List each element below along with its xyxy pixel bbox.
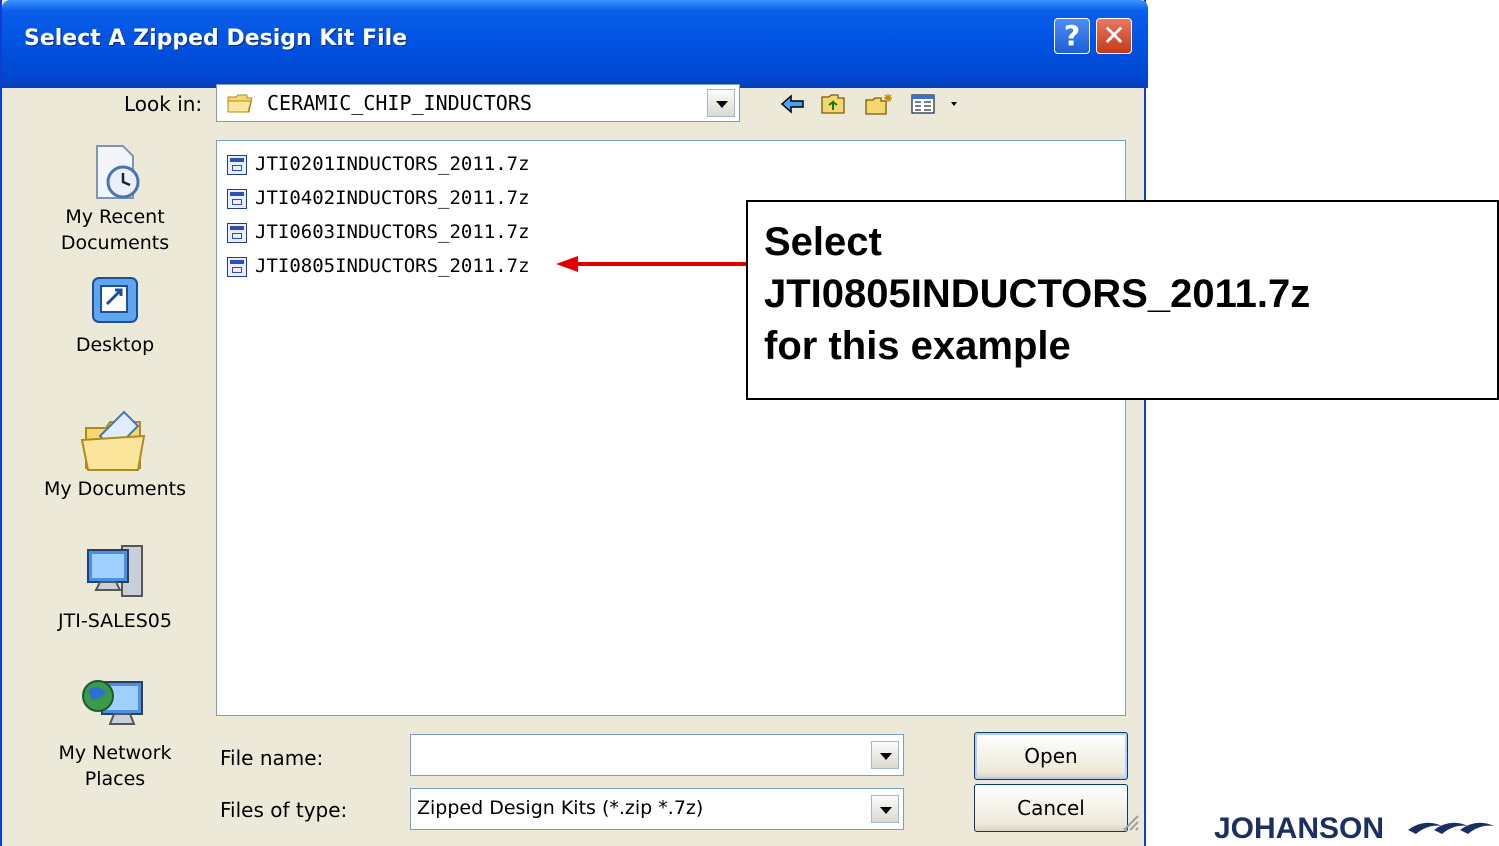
place-label: My Documents [43, 478, 186, 500]
place-my-recent-documents[interactable]: My Recent Documents [30, 140, 200, 256]
my-computer-icon [87, 545, 143, 597]
place-my-network-places[interactable]: My Network Places [30, 670, 200, 792]
place-my-documents[interactable]: My Documents [30, 406, 200, 502]
up-folder-icon[interactable] [820, 92, 846, 116]
file-name: JTI0805INDUCTORS_2011.7z [255, 255, 530, 277]
file-name: JTI0402INDUCTORS_2011.7z [255, 187, 530, 209]
place-label: JTI-SALES05 [58, 610, 172, 632]
close-button[interactable]: ✕ [1096, 18, 1132, 54]
archive-file-icon [227, 223, 247, 243]
lookin-value: CERAMIC_CHIP_INDUCTORS [267, 91, 532, 115]
title-bar[interactable]: Select A Zipped Design Kit File ? ✕ [2, 0, 1148, 88]
place-desktop[interactable]: Desktop [30, 272, 200, 358]
red-arrow-icon [556, 256, 748, 272]
callout-text: Select JTI0805INDUCTORS_2011.7z for this… [764, 220, 1311, 368]
lookin-select[interactable]: CERAMIC_CHIP_INDUCTORS [216, 84, 740, 122]
back-arrow-icon[interactable] [780, 92, 806, 116]
resize-grip-icon[interactable] [1118, 810, 1140, 832]
dialog-title: Select A Zipped Design Kit File [24, 26, 408, 51]
logo-text: JOHANSON [1214, 816, 1385, 845]
file-name: JTI0201INDUCTORS_2011.7z [255, 153, 530, 175]
lookin-label: Look in: [124, 92, 203, 116]
johanson-logo: JOHANSON [1206, 816, 1499, 846]
filetype-label: Files of type: [220, 798, 348, 822]
filetype-value: Zipped Design Kits (*.zip *.7z) [417, 797, 704, 819]
place-label: My Network Places [58, 742, 172, 790]
new-folder-icon[interactable] [864, 92, 894, 116]
filename-label: File name: [220, 746, 324, 770]
recent-documents-icon [96, 145, 140, 199]
filetype-select[interactable]: Zipped Design Kits (*.zip *.7z) [410, 788, 904, 830]
view-menu-icon[interactable] [910, 92, 960, 116]
archive-file-icon [227, 257, 247, 277]
archive-file-icon [227, 189, 247, 209]
my-documents-icon [80, 410, 146, 471]
place-label: My Recent Documents [60, 206, 170, 254]
lookin-dropdown-button[interactable] [707, 89, 735, 117]
place-my-computer[interactable]: JTI-SALES05 [30, 538, 200, 634]
place-label: Desktop [75, 334, 155, 356]
help-button[interactable]: ? [1054, 18, 1090, 54]
open-button[interactable]: Open [974, 732, 1128, 780]
cancel-button[interactable]: Cancel [974, 784, 1128, 832]
folder-icon [227, 94, 253, 113]
filetype-dropdown-button[interactable] [871, 795, 899, 823]
filename-dropdown-button[interactable] [871, 741, 899, 769]
instruction-callout: Select JTI0805INDUCTORS_2011.7z for this… [746, 200, 1499, 400]
network-places-icon [82, 680, 143, 725]
filename-input[interactable] [410, 734, 904, 776]
desktop-icon [92, 277, 138, 323]
archive-file-icon [227, 155, 247, 175]
file-name: JTI0603INDUCTORS_2011.7z [255, 221, 530, 243]
logo-mark-icon [1408, 822, 1494, 834]
